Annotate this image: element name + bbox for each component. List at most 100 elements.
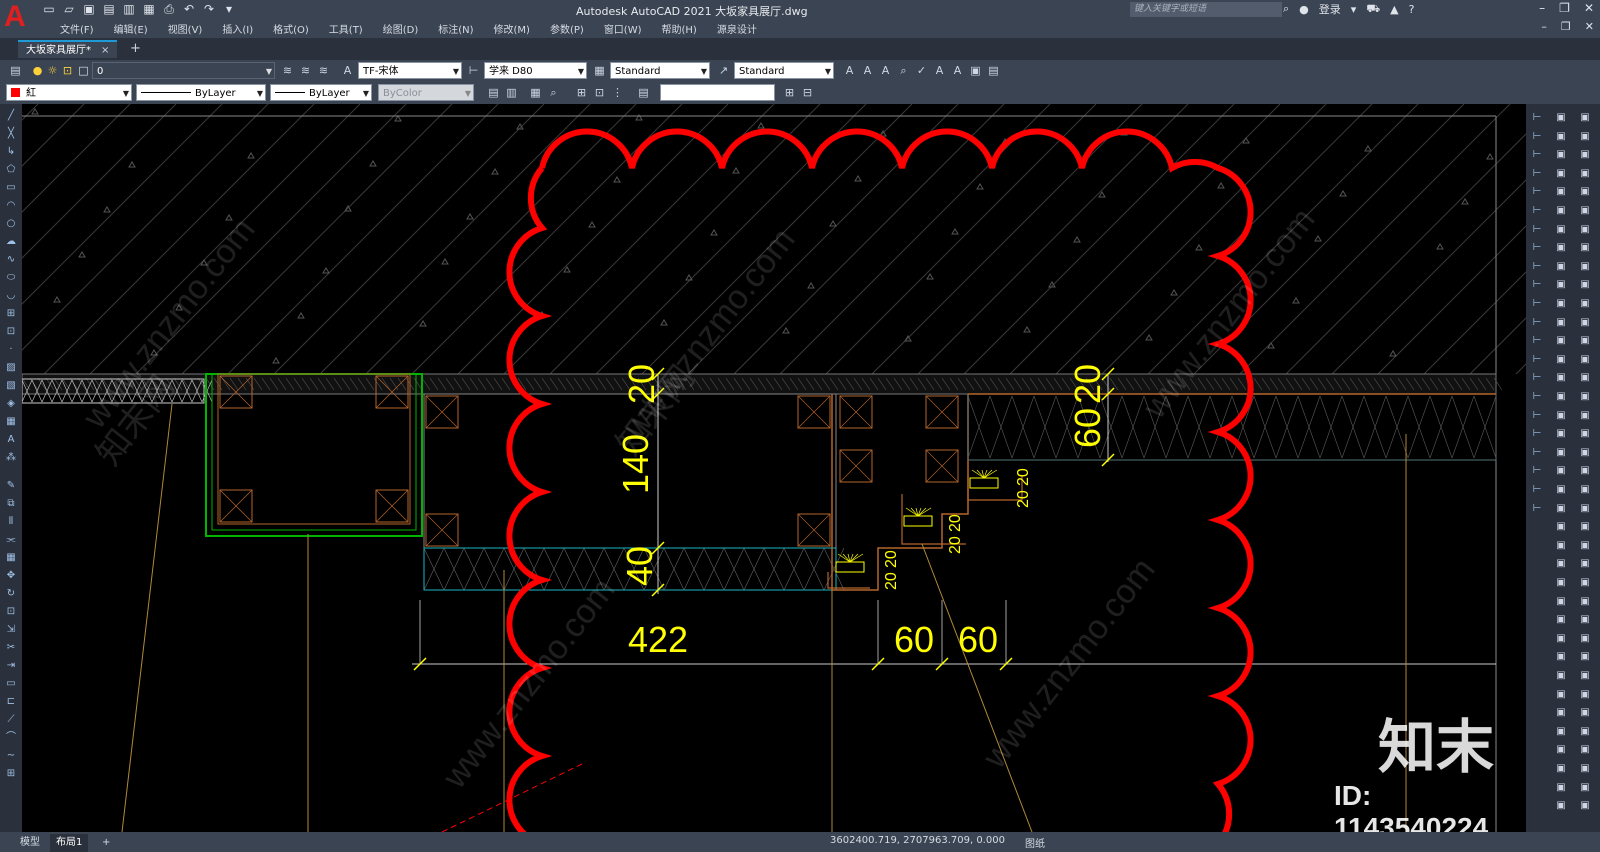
text-style-icon[interactable]: A <box>340 63 355 78</box>
text-scale-icon[interactable]: A <box>932 63 947 78</box>
toolbar-button-icon[interactable]: ▣ <box>1578 149 1592 161</box>
toolbar-button-icon[interactable]: ▣ <box>1578 428 1592 440</box>
close-icon[interactable]: ✕ <box>1584 1 1594 15</box>
dim-text-small-1[interactable]: 20 <box>1015 468 1032 486</box>
dimension-tool-icon[interactable]: ⊢ <box>1530 112 1544 124</box>
dimension-tool-icon[interactable]: ⊢ <box>1530 410 1544 422</box>
toolbar-button-icon[interactable]: ▣ <box>1554 112 1568 124</box>
dimension-tool-icon[interactable]: ⊢ <box>1530 279 1544 291</box>
toolbar-button-icon[interactable]: ▣ <box>1578 670 1592 682</box>
toolbar-button-icon[interactable]: ▣ <box>1554 261 1568 273</box>
properties-icon[interactable]: ▦ <box>528 85 543 100</box>
toolbar-button-icon[interactable]: ▣ <box>1554 596 1568 608</box>
explode-tool-icon[interactable]: ⊞ <box>4 768 18 780</box>
break-tool-icon[interactable]: ▭ <box>4 678 18 690</box>
toolbar-button-icon[interactable]: ▣ <box>1554 707 1568 719</box>
dimension-tool-icon[interactable]: ⊢ <box>1530 354 1544 366</box>
toolbar-button-icon[interactable]: ▣ <box>1554 744 1568 756</box>
toolbar-button-icon[interactable]: ▣ <box>1578 465 1592 477</box>
layer-properties-icon[interactable]: ▤ <box>8 63 23 78</box>
toolbar-button-icon[interactable]: ▣ <box>1554 279 1568 291</box>
menu-item-window[interactable]: 窗口(W) <box>594 21 652 36</box>
toolbar-button-icon[interactable]: ▣ <box>1554 484 1568 496</box>
tab-drawing[interactable]: 大坂家具展厅* × <box>18 40 118 58</box>
command-input[interactable] <box>660 84 775 101</box>
ellipse-tool-icon[interactable]: ⬭ <box>4 272 18 284</box>
new-tab-button[interactable]: + <box>130 41 141 56</box>
dim-text-40[interactable]: 40 <box>619 546 660 586</box>
toolbar-button-icon[interactable]: ▣ <box>1554 540 1568 552</box>
dim-text-small-3[interactable]: 20 <box>947 514 964 532</box>
convert-text-icon[interactable]: ▤ <box>986 63 1001 78</box>
dimension-tool-icon[interactable]: ⊢ <box>1530 242 1544 254</box>
view-manager-icon[interactable]: ⊡ <box>592 85 607 100</box>
dim-text-small-4[interactable]: 20 <box>947 536 964 554</box>
find-text-icon[interactable]: ⌕ <box>896 63 911 78</box>
undo-icon[interactable]: ↶ <box>182 2 196 16</box>
toolbar-button-icon[interactable]: ▣ <box>1554 782 1568 794</box>
dimension-tool-icon[interactable]: ⊢ <box>1530 372 1544 384</box>
toolbar-button-icon[interactable]: ▣ <box>1554 372 1568 384</box>
dimension-tool-icon[interactable]: ⊢ <box>1530 168 1544 180</box>
gradient-tool-icon[interactable]: ▧ <box>4 380 18 392</box>
toolbar-button-icon[interactable]: ▣ <box>1554 670 1568 682</box>
toolbar-button-icon[interactable]: ▣ <box>1554 503 1568 515</box>
dim-text-60-b[interactable]: 60 <box>958 622 998 658</box>
toolbar-button-icon[interactable]: ▣ <box>1578 782 1592 794</box>
menu-item-view[interactable]: 视图(V) <box>158 21 213 36</box>
dimension-tool-icon[interactable]: ⊢ <box>1530 317 1544 329</box>
grid-icon[interactable]: ⊟ <box>800 85 815 100</box>
minimize-icon[interactable]: – <box>1539 1 1545 15</box>
layer-states-icon[interactable]: ≋ <box>316 63 331 78</box>
menu-item-parametric[interactable]: 参数(P) <box>540 21 594 36</box>
extend-tool-icon[interactable]: ⇥ <box>4 660 18 672</box>
dimension-tool-icon[interactable]: ⊢ <box>1530 186 1544 198</box>
menu-item-dimension[interactable]: 标注(N) <box>428 21 483 36</box>
toolbar-button-icon[interactable]: ▣ <box>1554 131 1568 143</box>
toolbar-button-icon[interactable]: ▣ <box>1578 651 1592 663</box>
toolbar-button-icon[interactable]: ▣ <box>1554 465 1568 477</box>
toolbar-button-icon[interactable]: ▣ <box>1578 633 1592 645</box>
group-icon[interactable]: ⋮ <box>610 85 625 100</box>
layer-lock-icon[interactable]: ⊡ <box>60 63 75 78</box>
menu-item-file[interactable]: 文件(F) <box>50 21 104 36</box>
multileader-style-select[interactable]: Standard ▼ <box>734 62 834 79</box>
web-save-icon[interactable]: ▥ <box>122 2 136 16</box>
menu-item-format[interactable]: 格式(O) <box>263 21 319 36</box>
drawing-canvas[interactable]: 20 140 40 20 60 20 20 20 20 20 20 422 60… <box>22 104 1526 832</box>
dimension-tool-icon[interactable]: ⊢ <box>1530 503 1544 515</box>
toolbar-button-icon[interactable]: ▣ <box>1578 410 1592 422</box>
tab-layout1[interactable]: 布局1 <box>50 834 89 852</box>
array-tool-icon[interactable]: ▦ <box>4 552 18 564</box>
stretch-tool-icon[interactable]: ⇲ <box>4 624 18 636</box>
toolbar-button-icon[interactable]: ▣ <box>1554 428 1568 440</box>
cart-icon[interactable]: ▾ <box>1351 3 1357 16</box>
dim-style-select[interactable]: 学来 D80 ▼ <box>484 62 587 79</box>
toolbar-button-icon[interactable]: ▣ <box>1554 205 1568 217</box>
menu-item-yuanquan[interactable]: 源泉设计 <box>707 21 767 36</box>
search-icon[interactable]: ⌕ <box>1283 2 1289 16</box>
autocad-logo[interactable]: A <box>4 2 30 32</box>
toolbar-button-icon[interactable]: ▣ <box>1578 131 1592 143</box>
save-as-icon[interactable]: ▤ <box>102 2 116 16</box>
toolbar-button-icon[interactable]: ▣ <box>1554 317 1568 329</box>
user-icon[interactable]: ● <box>1299 3 1309 16</box>
toolbar-button-icon[interactable]: ▣ <box>1578 205 1592 217</box>
redo-icon[interactable]: ↷ <box>202 2 216 16</box>
drawing-restore-icon[interactable]: ❐ <box>1561 20 1571 33</box>
join-tool-icon[interactable]: ⊏ <box>4 696 18 708</box>
make-current-icon[interactable]: ≋ <box>280 63 295 78</box>
toolbar-button-icon[interactable]: ▣ <box>1554 335 1568 347</box>
open-file-icon[interactable]: ▱ <box>62 2 76 16</box>
point-tool-icon[interactable]: · <box>4 344 18 356</box>
table-tool-icon[interactable]: ▦ <box>4 416 18 428</box>
layer-select[interactable]: 0 ▼ <box>92 62 275 79</box>
rectangle-tool-icon[interactable]: ▭ <box>4 182 18 194</box>
layer-on-icon[interactable]: ● <box>30 63 45 78</box>
region-tool-icon[interactable]: ◈ <box>4 398 18 410</box>
toolbar-button-icon[interactable]: ▣ <box>1578 540 1592 552</box>
text-edit-icon[interactable]: A <box>878 63 893 78</box>
lineweight-select[interactable]: ByLayer ▼ <box>270 84 372 101</box>
toolbar-button-icon[interactable]: ▣ <box>1578 242 1592 254</box>
mirror-tool-icon[interactable]: ⫴ <box>4 516 18 528</box>
